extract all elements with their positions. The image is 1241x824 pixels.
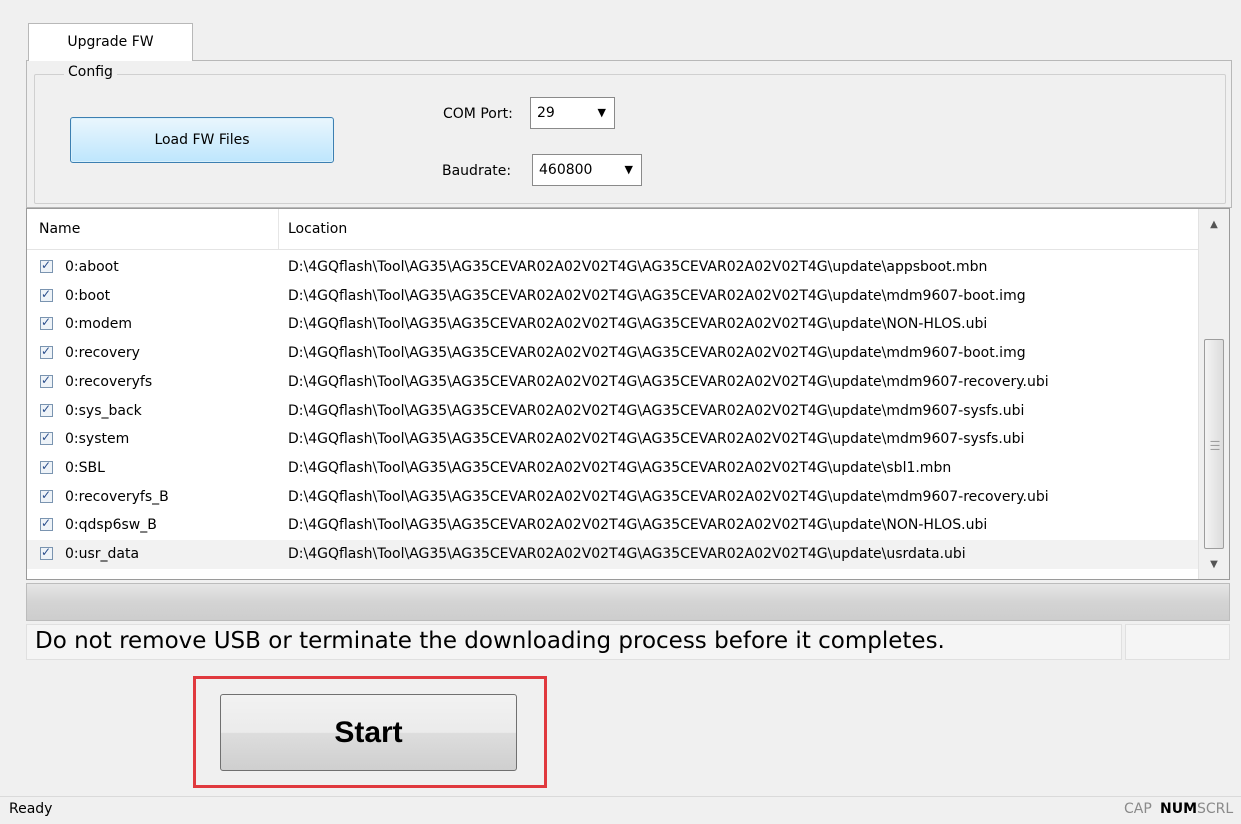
- vertical-scrollbar[interactable]: ▲ — — — ▼: [1198, 209, 1229, 579]
- cap-indicator: CAP: [1124, 801, 1152, 817]
- file-name: 0:system: [65, 431, 130, 448]
- scrl-indicator: SCRL: [1197, 801, 1234, 817]
- column-header-name[interactable]: Name: [39, 209, 80, 249]
- download-progress-bar: [26, 583, 1230, 621]
- checkbox[interactable]: [40, 488, 53, 503]
- file-location: D:\4GQflash\Tool\AG35\AG35CEVAR02A02V02T…: [288, 402, 1025, 419]
- chevron-up-icon[interactable]: ▲: [1199, 219, 1229, 230]
- list-header: Name Location: [27, 209, 1199, 250]
- list-item[interactable]: 0:recoveryfs_B D:\4GQflash\Tool\AG35\AG35…: [27, 483, 1199, 512]
- list-item[interactable]: 0:boot D:\4GQflash\Tool\AG35\AG35CEVAR02A…: [27, 282, 1199, 311]
- baudrate-value: 460800: [539, 162, 593, 178]
- caret-down-icon: ▼: [597, 106, 606, 119]
- file-name: 0:aboot: [65, 259, 119, 275]
- file-location: D:\4GQflash\Tool\AG35\AG35CEVAR02A02V02T…: [288, 373, 1049, 390]
- file-name: 0:modem: [65, 316, 132, 333]
- checkbox[interactable]: [40, 516, 53, 532]
- list-item[interactable]: 0:qdsp6sw_B D:\4GQflash\Tool\AG35\AG35CEV…: [27, 511, 1199, 540]
- column-header-location[interactable]: Location: [288, 209, 347, 249]
- start-button[interactable]: Start: [220, 694, 517, 771]
- status-bar: [0, 796, 1241, 824]
- grip-icon: — — —: [1210, 436, 1220, 455]
- checkbox[interactable]: [40, 459, 53, 474]
- firmware-file-list[interactable]: Name Location 0:aboot D:\4GQflash\Tool\AG…: [26, 208, 1230, 580]
- list-item[interactable]: 0:modem D:\4GQflash\Tool\AG35\AG35CEVAR02…: [27, 310, 1199, 339]
- com-port-select[interactable]: 29 ▼: [530, 97, 615, 129]
- list-item[interactable]: 0:usr_data D:\4GQflash\Tool\AG35\AG35CEVA…: [27, 540, 1199, 569]
- list-item[interactable]: 0:recovery D:\4GQflash\Tool\AG35\AG35CEVA…: [27, 339, 1199, 368]
- checkbox[interactable]: [40, 373, 53, 388]
- file-name: 0:usr_data: [65, 546, 140, 562]
- file-name: 0:qdsp6sw_B: [65, 517, 157, 534]
- status-panel: [1125, 624, 1230, 660]
- file-location: D:\4GQflash\Tool\AG35\AG35CEVAR02A02V02T…: [288, 316, 988, 333]
- checkbox[interactable]: [40, 545, 53, 560]
- checkbox[interactable]: [40, 430, 53, 446]
- load-fw-files-button[interactable]: Load FW Files: [70, 117, 334, 163]
- file-location: D:\4GQflash\Tool\AG35\AG35CEVAR02A02V02T…: [288, 546, 966, 562]
- file-name: 0:recoveryfs: [65, 373, 153, 390]
- list-item[interactable]: 0:system D:\4GQflash\Tool\AG35\AG35CEVAR0…: [27, 425, 1199, 454]
- chevron-down-icon[interactable]: ▼: [1199, 559, 1229, 570]
- file-location: D:\4GQflash\Tool\AG35\AG35CEVAR02A02V02T…: [288, 345, 1026, 362]
- status-text: Ready: [9, 801, 53, 817]
- file-location: D:\4GQflash\Tool\AG35\AG35CEVAR02A02V02T…: [288, 259, 988, 275]
- list-item[interactable]: 0:aboot D:\4GQflash\Tool\AG35\AG35CEVAR02…: [27, 253, 1199, 282]
- file-name: 0:recoveryfs_B: [65, 488, 169, 505]
- file-name: 0:sys_back: [65, 402, 142, 419]
- file-location: D:\4GQflash\Tool\AG35\AG35CEVAR02A02V02T…: [288, 517, 988, 534]
- baudrate-label: Baudrate:: [442, 163, 512, 179]
- com-port-label: COM Port:: [443, 106, 513, 122]
- warning-message: Do not remove USB or terminate the downl…: [26, 624, 1122, 660]
- file-location: D:\4GQflash\Tool\AG35\AG35CEVAR02A02V02T…: [288, 287, 1026, 304]
- checkbox[interactable]: [40, 344, 53, 360]
- list-item[interactable]: 0:sys_back D:\4GQflash\Tool\AG35\AG35CEVA…: [27, 397, 1199, 426]
- checkbox[interactable]: [40, 402, 53, 417]
- file-location: D:\4GQflash\Tool\AG35\AG35CEVAR02A02V02T…: [288, 431, 1025, 448]
- file-name: 0:recovery: [65, 345, 140, 362]
- file-location: D:\4GQflash\Tool\AG35\AG35CEVAR02A02V02T…: [288, 459, 952, 476]
- list-item[interactable]: 0:recoveryfs D:\4GQflash\Tool\AG35\AG35CE…: [27, 368, 1199, 397]
- column-divider[interactable]: [278, 209, 279, 249]
- config-group-label: Config: [64, 64, 117, 80]
- file-name: 0:SBL: [65, 459, 105, 476]
- file-location: D:\4GQflash\Tool\AG35\AG35CEVAR02A02V02T…: [288, 488, 1049, 505]
- com-port-value: 29: [537, 105, 555, 121]
- scrollbar-thumb[interactable]: — — —: [1204, 339, 1224, 549]
- num-indicator: NUM: [1160, 801, 1198, 817]
- tab-upgrade-fw[interactable]: Upgrade FW: [28, 23, 193, 61]
- checkbox[interactable]: [40, 258, 53, 273]
- checkbox[interactable]: [40, 315, 53, 331]
- file-name: 0:boot: [65, 287, 111, 304]
- baudrate-select[interactable]: 460800 ▼: [532, 154, 642, 186]
- list-item[interactable]: 0:SBL D:\4GQflash\Tool\AG35\AG35CEVAR02A0…: [27, 454, 1199, 483]
- caret-down-icon: ▼: [624, 163, 633, 176]
- checkbox[interactable]: [40, 287, 53, 302]
